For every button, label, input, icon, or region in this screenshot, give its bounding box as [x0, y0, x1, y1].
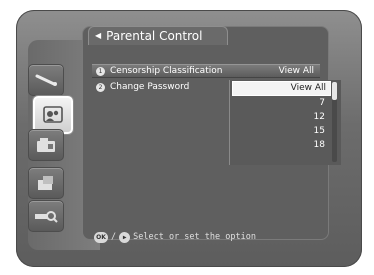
classification-dropdown[interactable]: View All 7 12 15 18 — [229, 80, 341, 165]
dropdown-option[interactable]: 18 — [230, 138, 341, 152]
dropdown-option[interactable]: 7 — [230, 96, 341, 110]
page-title: Parental Control — [106, 29, 203, 43]
page-title-tab: ◀ Parental Control — [88, 26, 228, 45]
hint-text: Select or set the option — [133, 232, 256, 242]
scrollbar-thumb[interactable] — [332, 82, 337, 100]
dropdown-option-selected[interactable]: View All — [232, 81, 331, 96]
hint-bar: OK / ▶ Select or set the option — [94, 230, 256, 244]
dropdown-scrollbar[interactable] — [332, 82, 337, 162]
antenna-setup-icon[interactable] — [28, 167, 64, 199]
menu-item-number: 2 — [96, 82, 105, 92]
dropdown-option[interactable]: 15 — [230, 124, 341, 138]
menu-item-value: View All — [278, 66, 314, 76]
satellite-icon[interactable] — [28, 64, 64, 96]
system-tools-icon[interactable] — [28, 129, 64, 161]
hint-separator: / — [111, 232, 117, 242]
menu-item-label: Censorship Classification — [110, 66, 223, 76]
signal-search-icon[interactable] — [28, 200, 64, 232]
menu-item-censorship-classification[interactable]: 1 Censorship Classification View All — [92, 64, 320, 78]
menu-item-number: 1 — [96, 66, 105, 76]
ok-button-icon: OK — [94, 231, 108, 243]
back-arrow-icon: ◀ — [95, 31, 102, 40]
dropdown-option[interactable]: 12 — [230, 110, 341, 124]
right-arrow-icon: ▶ — [119, 231, 131, 243]
